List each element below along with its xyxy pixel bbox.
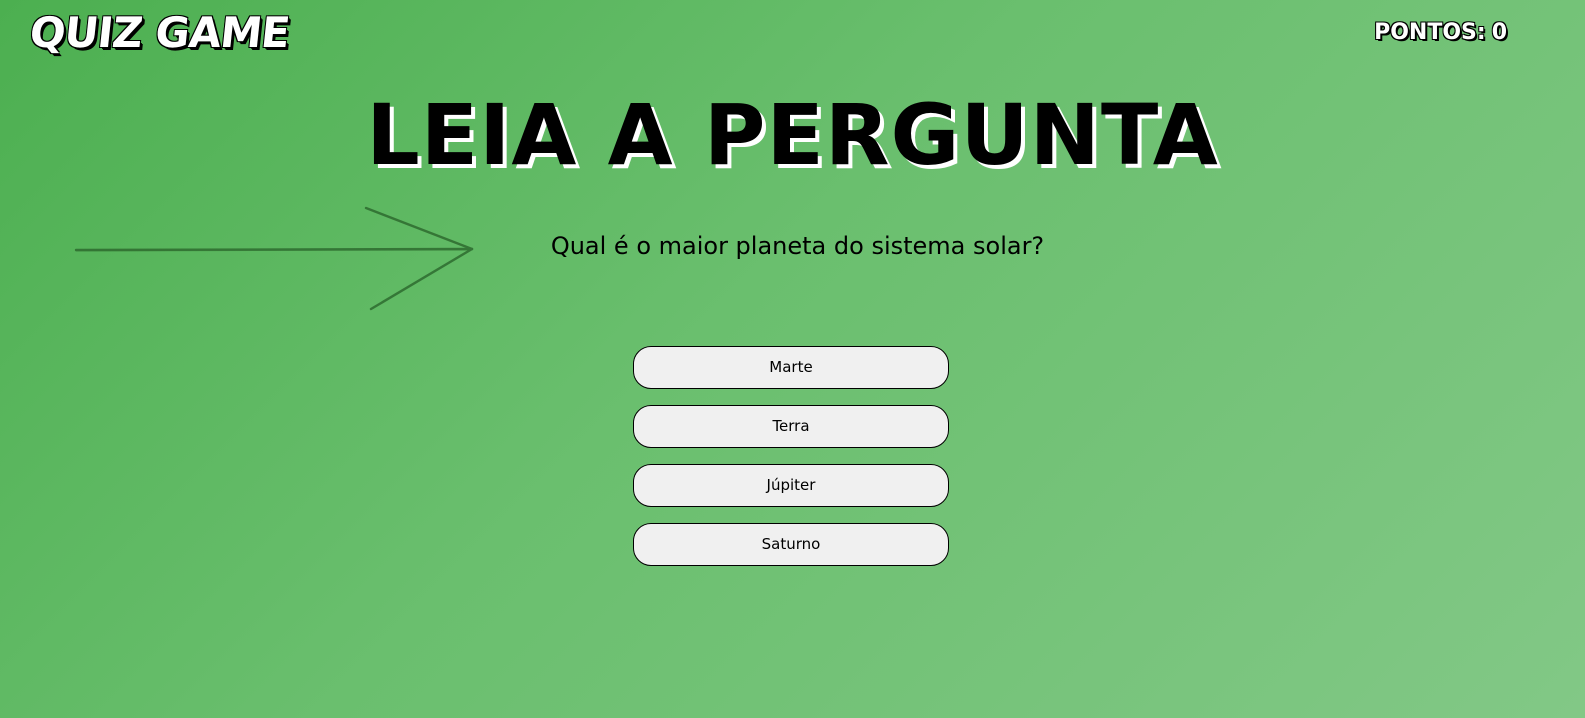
answer-list: Marte Terra Júpiter Saturno — [633, 346, 949, 582]
answer-button-jupiter[interactable]: Júpiter — [633, 464, 949, 507]
answer-button-terra[interactable]: Terra — [633, 405, 949, 448]
logo: QUIZ GAME — [27, 8, 292, 57]
score-label: PONTOS: — [1374, 20, 1486, 45]
score-display: PONTOS: 0 — [1374, 20, 1507, 45]
question-label: Qual é o maior planeta do sistema solar? — [550, 232, 1045, 260]
answer-button-marte[interactable]: Marte — [633, 346, 949, 389]
page-title: LEIA A PERGUNTA — [366, 86, 1219, 184]
question-text: Qual é o maior planeta do sistema solar? — [0, 232, 1585, 260]
answer-button-saturno[interactable]: Saturno — [633, 523, 949, 566]
score-value: 0 — [1491, 20, 1507, 45]
